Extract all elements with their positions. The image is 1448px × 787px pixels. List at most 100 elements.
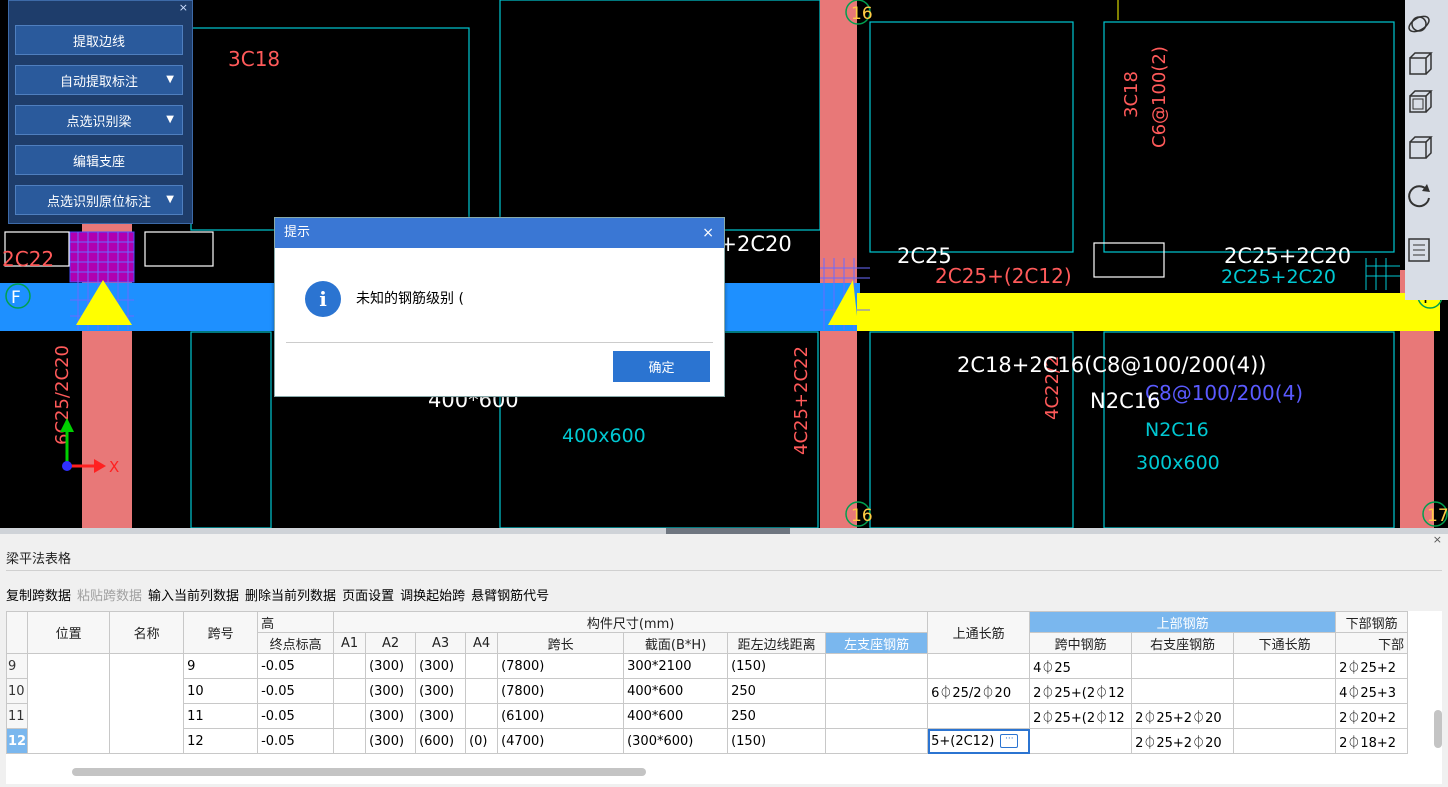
span-length-cell[interactable]: (4700) <box>497 728 625 754</box>
right-support-cell[interactable] <box>1131 653 1235 679</box>
ok-button[interactable]: 确定 <box>613 351 710 382</box>
vertical-scrollbar[interactable] <box>1434 710 1442 748</box>
column-header-edge-distance[interactable]: 距左边线距离 <box>727 632 827 654</box>
column-header-span[interactable]: 跨号 <box>183 611 259 654</box>
row-number[interactable]: 9 <box>6 653 29 679</box>
dropdown-arrow-icon[interactable]: ▼ <box>166 114 174 125</box>
dialog-titlebar[interactable]: 提示 × <box>275 218 724 248</box>
column-header-position[interactable]: 位置 <box>27 611 111 654</box>
column-header-section[interactable]: 截面(B*H) <box>623 632 729 654</box>
left-support-cell[interactable] <box>927 653 1031 679</box>
column-header-top-through[interactable]: 上通长筋 <box>927 611 1031 654</box>
horizontal-scrollbar[interactable] <box>72 768 646 776</box>
end-elev-cell[interactable]: -0.05 <box>257 703 335 729</box>
top-through-cell[interactable] <box>825 728 929 754</box>
edge-distance-cell[interactable]: (150) <box>727 728 827 754</box>
position-cell[interactable] <box>27 653 111 754</box>
left-support-cell[interactable]: 6⏀25/2⏀20 <box>927 678 1031 704</box>
splitter-grip[interactable] <box>666 528 790 534</box>
more-icon[interactable]: ··· <box>1000 734 1019 748</box>
a4-cell[interactable]: (0) <box>465 728 499 754</box>
dropdown-arrow-icon[interactable]: ▼ <box>166 194 174 205</box>
column-header-end-elev[interactable]: 终点标高 <box>257 632 335 654</box>
a2-cell[interactable]: (300) <box>365 678 417 704</box>
column-header-a4[interactable]: A4 <box>465 632 499 654</box>
table-row-current[interactable]: 12 12 -0.05 (300) (600) (0) (4700) (300*… <box>6 728 1409 754</box>
bottom-through-cell[interactable] <box>1233 678 1337 704</box>
top-through-cell[interactable] <box>825 703 929 729</box>
end-elev-cell[interactable]: -0.05 <box>257 678 335 704</box>
span-cell[interactable]: 9 <box>183 653 259 679</box>
bottom-cell[interactable]: 2⏀25+2 <box>1335 653 1409 679</box>
mid-cell[interactable]: 2⏀25+(2⏀12 <box>1029 678 1133 704</box>
edge-distance-cell[interactable]: 250 <box>727 678 827 704</box>
bottom-cell[interactable]: 2⏀18+2 <box>1335 728 1409 754</box>
mid-cell[interactable]: 2⏀25+(2⏀12 <box>1029 703 1133 729</box>
a1-cell[interactable] <box>333 703 367 729</box>
span-length-cell[interactable]: (6100) <box>497 703 625 729</box>
a3-cell[interactable]: (300) <box>415 703 467 729</box>
orbit-icon[interactable] <box>1405 10 1433 38</box>
span-length-cell[interactable]: (7800) <box>497 678 625 704</box>
section-cell[interactable]: 400*600 <box>623 703 729 729</box>
edge-distance-cell[interactable]: (150) <box>727 653 827 679</box>
column-header-a3[interactable]: A3 <box>415 632 467 654</box>
a1-cell[interactable] <box>333 678 367 704</box>
paste-span-data-menu[interactable]: 粘贴跨数据 <box>77 589 142 604</box>
dialog-close-icon[interactable]: × <box>702 218 714 248</box>
column-header-a1[interactable]: A1 <box>333 632 367 654</box>
a4-cell[interactable] <box>465 703 499 729</box>
name-cell[interactable] <box>109 653 185 754</box>
edge-distance-cell[interactable]: 250 <box>727 703 827 729</box>
extract-edge-button[interactable]: 提取边线 <box>15 25 183 55</box>
top-through-cell[interactable] <box>825 678 929 704</box>
table-row[interactable]: 10 10 -0.05 (300) (300) (7800) 400*600 2… <box>6 678 1409 704</box>
row-number[interactable]: 12 <box>6 728 29 754</box>
right-support-cell[interactable]: 2⏀25+2⏀20 <box>1131 703 1235 729</box>
dropdown-arrow-icon[interactable]: ▼ <box>166 74 174 85</box>
a2-cell[interactable]: (300) <box>365 653 417 679</box>
rotate-icon[interactable] <box>1405 182 1433 210</box>
end-elev-cell[interactable]: -0.05 <box>257 728 335 754</box>
a2-cell[interactable]: (300) <box>365 728 417 754</box>
front-view-icon[interactable] <box>1405 134 1433 162</box>
column-header-right-support[interactable]: 右支座钢筋 <box>1131 632 1235 654</box>
column-header-bottom-through[interactable]: 下通长筋 <box>1233 632 1337 654</box>
page-setup-menu[interactable]: 页面设置 <box>342 589 394 604</box>
row-number[interactable]: 10 <box>6 678 29 704</box>
mid-cell[interactable]: 4⏀25 <box>1029 653 1133 679</box>
span-length-cell[interactable]: (7800) <box>497 653 625 679</box>
span-cell[interactable]: 10 <box>183 678 259 704</box>
span-cell[interactable]: 11 <box>183 703 259 729</box>
tool-panel-close-icon[interactable]: × <box>179 1 188 14</box>
section-cell[interactable]: 400*600 <box>623 678 729 704</box>
a4-cell[interactable] <box>465 653 499 679</box>
auto-extract-label-button[interactable]: 自动提取标注 ▼ <box>15 65 183 95</box>
a1-cell[interactable] <box>333 653 367 679</box>
left-support-cell[interactable] <box>927 703 1031 729</box>
column-header-height[interactable]: 高 <box>257 611 335 633</box>
bottom-cell[interactable]: 4⏀25+3 <box>1335 678 1409 704</box>
a4-cell[interactable] <box>465 678 499 704</box>
a3-cell[interactable]: (300) <box>415 653 467 679</box>
swap-start-span-menu[interactable]: 调换起始跨 <box>400 589 465 604</box>
row-number[interactable]: 11 <box>6 703 29 729</box>
pick-recognize-inplace-label-button[interactable]: 点选识别原位标注 ▼ <box>15 185 183 215</box>
cantilever-rebar-code-menu[interactable]: 悬臂钢筋代号 <box>471 589 549 604</box>
end-elev-cell[interactable]: -0.05 <box>257 653 335 679</box>
section-cell[interactable]: 300*2100 <box>623 653 729 679</box>
a3-cell[interactable]: (600) <box>415 728 467 754</box>
edit-support-button[interactable]: 编辑支座 <box>15 145 183 175</box>
mid-cell[interactable] <box>1029 728 1133 754</box>
column-header-left-support[interactable]: 左支座钢筋 <box>825 632 929 654</box>
layer-list-icon[interactable] <box>1405 236 1433 264</box>
bottom-through-cell[interactable] <box>1233 703 1337 729</box>
left-support-edit-value[interactable]: 5+(2C12) <box>931 734 994 749</box>
column-header-span-length[interactable]: 跨长 <box>497 632 625 654</box>
table-row[interactable]: 9 9 -0.05 (300) (300) (7800) 300*2100 (1… <box>6 653 1409 754</box>
top-view-icon[interactable] <box>1405 88 1433 116</box>
a3-cell[interactable]: (300) <box>415 678 467 704</box>
input-column-data-menu[interactable]: 输入当前列数据 <box>148 589 239 604</box>
bottom-through-cell[interactable] <box>1233 653 1337 679</box>
column-header-mid[interactable]: 跨中钢筋 <box>1029 632 1133 654</box>
